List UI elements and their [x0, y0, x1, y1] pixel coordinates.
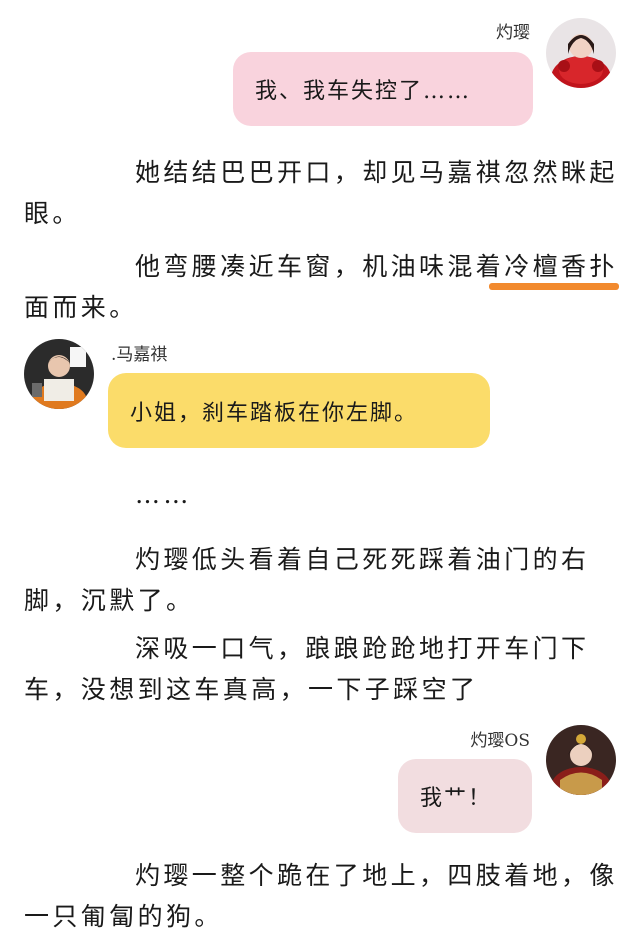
sender-name: .马嘉祺	[111, 345, 168, 365]
message-text: 我、我车失控了……	[255, 79, 472, 104]
sender-name: 灼璎OS	[470, 731, 530, 751]
story-paragraph: 灼璎一整个跪在了地上，四肢着地，像一只匍匐的狗。	[24, 861, 618, 931]
story-paragraph: 深吸一口气，踉踉跄跄地打开车门下车，没想到这车真高，一下子踩空了	[24, 634, 590, 704]
message-bubble: 我、我车失控了……	[233, 52, 533, 126]
avatar[interactable]	[546, 725, 616, 795]
story-paragraph: 她结结巴巴开口，却见马嘉祺忽然眯起眼。	[24, 158, 618, 228]
message-text: 小姐，刹车踏板在你左脚。	[130, 400, 419, 426]
highlight-underline	[489, 283, 619, 290]
message-bubble: 小姐，刹车踏板在你左脚。	[108, 373, 490, 448]
message-bubble: 我艹！	[398, 759, 532, 833]
avatar[interactable]	[24, 339, 94, 409]
story-paragraph: ……	[135, 480, 192, 509]
message-text: 我艹！	[420, 786, 493, 811]
story-paragraph: 灼璎低头看着自己死死踩着油门的右脚，沉默了。	[24, 545, 590, 615]
sender-name: 灼璎	[496, 23, 530, 43]
avatar[interactable]	[546, 18, 616, 88]
